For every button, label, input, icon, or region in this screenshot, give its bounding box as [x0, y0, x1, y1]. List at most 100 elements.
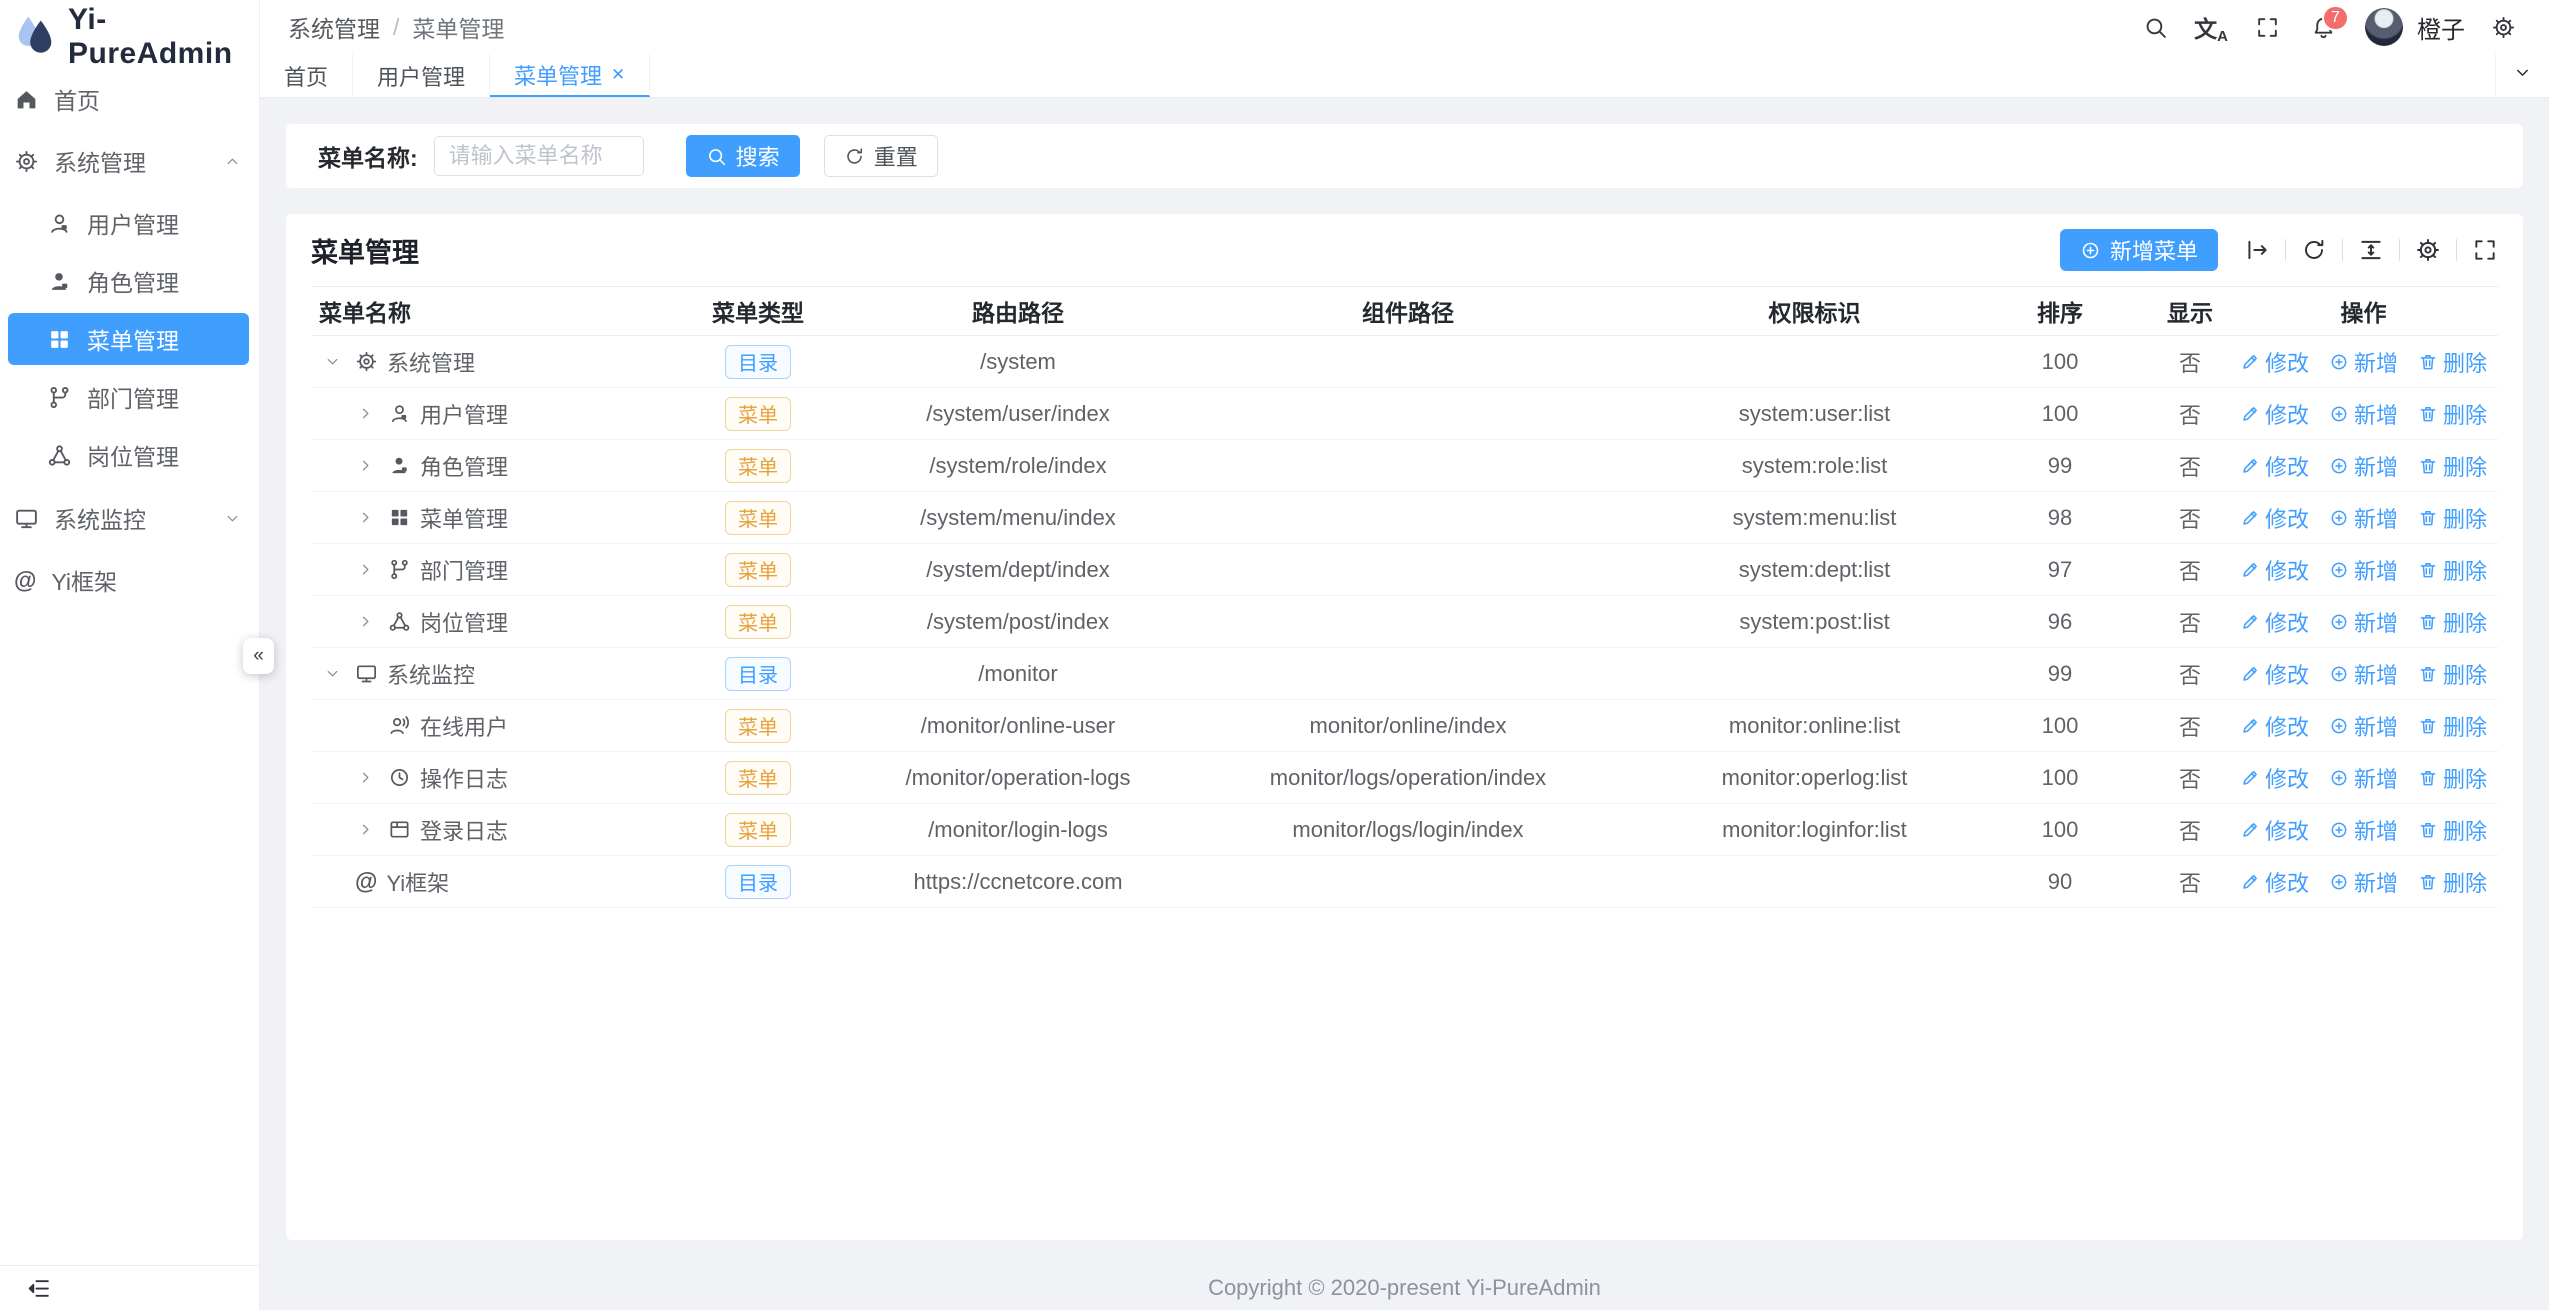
menu-name-label: 用户管理	[420, 398, 508, 430]
gear-icon[interactable]	[2479, 4, 2527, 50]
add-link[interactable]: 新增	[2329, 866, 2398, 898]
delete-link[interactable]: 删除	[2418, 866, 2487, 898]
edit-link[interactable]: 修改	[2240, 606, 2309, 638]
edit-link[interactable]: 修改	[2240, 866, 2309, 898]
delete-icon	[2418, 872, 2438, 892]
add-link[interactable]: 新增	[2329, 554, 2398, 586]
fullscreen-icon[interactable]	[2243, 4, 2291, 50]
chevron-right-icon[interactable]	[352, 821, 379, 838]
plus-circle-icon	[2329, 404, 2349, 424]
edit-link-label: 修改	[2265, 346, 2309, 378]
add-link[interactable]: 新增	[2329, 502, 2398, 534]
chevron-down-icon[interactable]	[319, 353, 346, 370]
sidebar-subitem[interactable]: 部门管理	[8, 371, 249, 423]
chevron-right-icon[interactable]	[352, 769, 379, 786]
chevron-right-icon[interactable]	[352, 561, 379, 578]
component-cell	[1156, 336, 1660, 388]
sidebar-subitem[interactable]: 角色管理	[8, 255, 249, 307]
menu-type-tag: 菜单	[725, 761, 791, 795]
column-settings-icon[interactable]	[2415, 237, 2441, 263]
tab-item[interactable]: 菜单管理✕	[490, 54, 650, 97]
delete-link[interactable]: 删除	[2418, 606, 2487, 638]
delete-link[interactable]: 删除	[2418, 554, 2487, 586]
add-menu-button[interactable]: 新增菜单	[2060, 229, 2218, 271]
tab-label: 用户管理	[377, 60, 465, 92]
sidebar-item[interactable]: @Yi框架	[0, 549, 259, 611]
delete-link[interactable]: 删除	[2418, 502, 2487, 534]
sidebar-subitem[interactable]: 岗位管理	[8, 429, 249, 481]
delete-link[interactable]: 删除	[2418, 398, 2487, 430]
chevron-right-icon[interactable]	[352, 613, 379, 630]
add-link[interactable]: 新增	[2329, 398, 2398, 430]
menu-name-label: 系统监控	[387, 658, 475, 690]
gear-icon	[355, 350, 378, 373]
menu-type-tag: 菜单	[725, 813, 791, 847]
tab-item[interactable]: 首页	[260, 54, 353, 97]
fullscreen-icon[interactable]	[2472, 237, 2498, 263]
sidebar-item[interactable]: 系统管理	[0, 130, 259, 192]
tabs-more-button[interactable]	[2495, 54, 2549, 97]
menu-name-input[interactable]	[434, 136, 644, 176]
edit-link[interactable]: 修改	[2240, 762, 2309, 794]
delete-link[interactable]: 删除	[2418, 762, 2487, 794]
tab-item[interactable]: 用户管理	[353, 54, 490, 97]
menu-fold-icon[interactable]	[26, 1276, 51, 1301]
breadcrumb-item[interactable]: 系统管理	[288, 10, 380, 44]
chevron-right-icon[interactable]	[352, 457, 379, 474]
delete-link[interactable]: 删除	[2418, 450, 2487, 482]
chevron-right-icon[interactable]	[352, 405, 379, 422]
home-icon	[14, 87, 39, 112]
edit-link[interactable]: 修改	[2240, 502, 2309, 534]
visible-cell: 否	[2151, 648, 2229, 700]
toolbar-divider	[2342, 239, 2343, 261]
clock-icon	[388, 766, 411, 789]
sidebar-collapse-button[interactable]: «	[243, 638, 274, 674]
search-icon[interactable]	[2131, 4, 2179, 50]
edit-link[interactable]: 修改	[2240, 658, 2309, 690]
visible-cell: 否	[2151, 492, 2229, 544]
search-button[interactable]: 搜索	[686, 135, 800, 177]
route-cell: /monitor/operation-logs	[880, 752, 1156, 804]
add-link[interactable]: 新增	[2329, 606, 2398, 638]
density-icon[interactable]	[2358, 237, 2384, 263]
edit-link[interactable]: 修改	[2240, 398, 2309, 430]
menu-name-label: 岗位管理	[420, 606, 508, 638]
add-link[interactable]: 新增	[2329, 762, 2398, 794]
delete-link[interactable]: 删除	[2418, 814, 2487, 846]
add-link[interactable]: 新增	[2329, 658, 2398, 690]
bell-icon[interactable]: 7	[2299, 4, 2347, 50]
translate-icon[interactable]: 文A	[2187, 4, 2235, 50]
username[interactable]: 橙子	[2417, 10, 2465, 45]
delete-link[interactable]: 删除	[2418, 658, 2487, 690]
delete-link[interactable]: 删除	[2418, 346, 2487, 378]
table-row: 菜单管理菜单/system/menu/indexsystem:menu:list…	[311, 492, 2498, 544]
sidebar-item[interactable]: 首页	[0, 68, 259, 130]
edit-link[interactable]: 修改	[2240, 450, 2309, 482]
visible-cell: 否	[2151, 752, 2229, 804]
search-button-label: 搜索	[736, 140, 780, 172]
reset-button[interactable]: 重置	[824, 135, 938, 177]
delete-link[interactable]: 删除	[2418, 710, 2487, 742]
component-cell: monitor/online/index	[1156, 700, 1660, 752]
avatar[interactable]	[2365, 8, 2403, 46]
add-link[interactable]: 新增	[2329, 710, 2398, 742]
expand-all-icon[interactable]	[2244, 237, 2270, 263]
edit-link[interactable]: 修改	[2240, 814, 2309, 846]
add-link[interactable]: 新增	[2329, 450, 2398, 482]
chevron-right-icon[interactable]	[352, 509, 379, 526]
close-icon[interactable]: ✕	[611, 65, 625, 85]
add-link[interactable]: 新增	[2329, 814, 2398, 846]
sidebar-item[interactable]: 系统监控	[0, 487, 259, 549]
add-link-label: 新增	[2354, 710, 2398, 742]
refresh-icon[interactable]	[2301, 237, 2327, 263]
edit-link[interactable]: 修改	[2240, 710, 2309, 742]
add-menu-button-label: 新增菜单	[2110, 234, 2198, 266]
edit-link[interactable]: 修改	[2240, 554, 2309, 586]
add-link[interactable]: 新增	[2329, 346, 2398, 378]
edit-icon	[2240, 768, 2260, 788]
chevron-down-icon[interactable]	[319, 665, 346, 682]
delete-link-label: 删除	[2443, 866, 2487, 898]
sidebar-subitem[interactable]: 用户管理	[8, 197, 249, 249]
edit-link[interactable]: 修改	[2240, 346, 2309, 378]
sidebar-subitem[interactable]: 菜单管理	[8, 313, 249, 365]
